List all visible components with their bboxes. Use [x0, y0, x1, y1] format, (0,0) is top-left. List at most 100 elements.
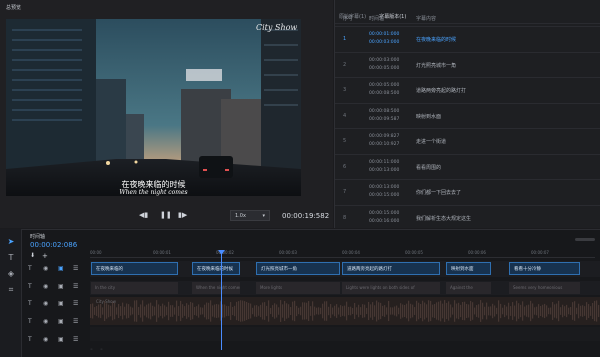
- ruler-tick-label: 00:00:01: [153, 250, 171, 255]
- track-control-row: T ◉ ▣ ☰: [28, 265, 84, 275]
- translation-clip[interactable]: In the city: [91, 282, 178, 294]
- scroll-right-icon[interactable]: ◦: [100, 347, 103, 353]
- ruler-tick-label: 00:00:03: [279, 250, 297, 255]
- subtitle-row-text: 看看周围的: [416, 164, 442, 171]
- ruler-tick-label: 00:00:07: [531, 250, 549, 255]
- text-track-icon[interactable]: T: [28, 300, 32, 307]
- lock-icon[interactable]: ▣: [58, 318, 64, 325]
- subtitle-row-start: 00:00:03:000: [369, 57, 400, 63]
- lock-icon[interactable]: ▣: [58, 265, 64, 272]
- crop-tool-icon[interactable]: ⌗: [6, 285, 16, 295]
- lock-icon[interactable]: ▣: [58, 283, 64, 290]
- list-icon[interactable]: ☰: [73, 318, 78, 325]
- subtitle-row[interactable]: 1 00:00:01:000 00:00:03:000 在夜晚来临的时候: [335, 26, 600, 52]
- text-track-icon[interactable]: T: [28, 336, 32, 343]
- video-frame[interactable]: City Show 在夜晚来临的时候 When the night comes: [6, 19, 301, 196]
- text-tool-icon[interactable]: T: [6, 253, 16, 263]
- subtitle-row-end: 00:00:05:000: [369, 65, 400, 71]
- subtitle-row[interactable]: 3 00:00:05:000 00:00:08:500 道路两旁亮起的路灯打: [335, 77, 600, 103]
- subtitle-clip[interactable]: 在夜晚来临的时候: [192, 262, 240, 275]
- text-track-icon[interactable]: T: [28, 265, 32, 272]
- subtitle-row-index: 6: [343, 163, 347, 170]
- subtitle-row-end: 00:00:16:000: [369, 218, 400, 224]
- select-tool-icon[interactable]: ➤: [6, 237, 16, 247]
- translation-clip[interactable]: Seems very homeonious: [509, 282, 580, 294]
- ruler-tick-label: 00:00:06: [468, 250, 486, 255]
- timeline-ruler[interactable]: 00:00 00:00:01 00:00:02 00:00:03 00:00:04 00:…: [90, 250, 595, 258]
- audio-waveform: [90, 300, 600, 322]
- subtitle-row-start: 00:00:05:000: [369, 83, 400, 88]
- subtitle-row-index: 3: [343, 87, 347, 93]
- column-content: 字幕内容: [416, 16, 437, 22]
- timeline-panel: 时间轴 00:00:02:086 ⬇ + 00:00 00:00:01 00:00:…: [0, 229, 600, 357]
- subtitle-row[interactable]: 2 00:00:03:000 00:00:05:000 灯光照亮城市一角: [335, 51, 600, 78]
- subtitle-row-start: 00:00:08:500: [369, 108, 400, 114]
- marker-icon[interactable]: ⬇: [30, 252, 35, 259]
- list-icon[interactable]: ☰: [73, 300, 78, 307]
- visibility-icon[interactable]: ◉: [43, 300, 48, 307]
- lock-icon[interactable]: ▣: [58, 300, 64, 307]
- subtitle-row-text: 道路两旁亮起的路灯打: [416, 88, 467, 94]
- subtitle-row-index: 8: [343, 214, 347, 221]
- subtitle-clip[interactable]: 道路两旁亮起的路灯打: [342, 262, 440, 275]
- subtitle-row-index: 1: [343, 36, 347, 42]
- subtitle-clip[interactable]: 映射到水面: [446, 262, 491, 275]
- subtitle-row[interactable]: 4 00:00:08:500 00:00:09:587 映射到水面: [335, 102, 600, 129]
- tool-sidebar: ➤ T ◈ ⌗: [0, 229, 22, 357]
- subtitle-row-text: 你们都一下回去去了: [416, 190, 462, 196]
- subtitle-clip[interactable]: 灯光照亮城市一角: [256, 262, 340, 275]
- eraser-tool-icon[interactable]: ◈: [6, 269, 16, 279]
- next-frame-icon[interactable]: ▮▶︎: [178, 211, 187, 219]
- prev-frame-icon[interactable]: ◀︎▮: [139, 211, 148, 219]
- subtitle-row-end: 00:00:13:000: [369, 167, 400, 173]
- scroll-left-icon[interactable]: ◦: [90, 347, 93, 353]
- list-icon[interactable]: ☰: [73, 265, 78, 272]
- subtitle-clip[interactable]: 在夜晚来临的: [91, 262, 178, 275]
- subtitle-row-end: 00:00:03:000: [369, 40, 400, 45]
- subtitle-row-start: 00:00:11:000: [369, 159, 400, 165]
- ruler-tick-label: 00:00: [90, 250, 102, 255]
- speed-select[interactable]: 1.0x ▾: [230, 210, 270, 221]
- subtitle-row[interactable]: 8 00:00:15:000 00:00:16:000 我们解析生态大规定这生: [335, 204, 600, 231]
- subtitle-list-header: 序号 时间轴 字幕内容: [335, 12, 600, 24]
- track-control-row: T ◉ ▣ ☰: [28, 318, 84, 328]
- subtitle-clip[interactable]: 看看十分冷静: [509, 262, 580, 275]
- preview-title: 总预览: [6, 5, 22, 11]
- list-icon[interactable]: ☰: [73, 336, 78, 343]
- subtitle-row[interactable]: 6 00:00:11:000 00:00:13:000 看看周围的: [335, 153, 600, 180]
- visibility-icon[interactable]: ◉: [43, 336, 48, 343]
- add-track-icon[interactable]: +: [42, 252, 48, 260]
- timeline-current-time: 00:00:02:086: [30, 241, 78, 249]
- translation-clip[interactable]: Lights were lights on both sides of: [342, 282, 440, 294]
- text-track-icon[interactable]: T: [28, 283, 32, 290]
- playhead[interactable]: [221, 250, 222, 350]
- subtitle-row-text: 映射到水面: [416, 113, 442, 120]
- subtitle-row[interactable]: 7 00:00:13:000 00:00:15:000 你们都一下回去去了: [335, 179, 600, 205]
- subtitle-row-end: 00:00:09:587: [369, 116, 400, 122]
- track-control-row: T ◉ ▣ ☰: [28, 336, 84, 346]
- translation-clip[interactable]: When the night comes: [192, 282, 240, 294]
- chevron-down-icon: ▾: [262, 213, 265, 219]
- subtitle-en: When the night comes: [119, 189, 188, 196]
- visibility-icon[interactable]: ◉: [43, 318, 48, 325]
- subtitle-row-text: 在夜晚来临的时候: [416, 37, 457, 43]
- subtitle-row-start: 00:00:15:000: [369, 210, 400, 216]
- subtitle-row-start: 00:00:01:000: [369, 32, 400, 37]
- subtitle-row-index: 2: [343, 61, 347, 68]
- timeline-title: 时间轴: [30, 234, 46, 240]
- translation-clip[interactable]: More lights: [256, 282, 340, 294]
- subtitle-list-panel: 原始字幕(1) 字幕版本(1) 序号 时间轴 字幕内容 1 00:00:01:00…: [334, 0, 600, 228]
- preview-panel: 总预览 City Show 在夜晚来临的时候 When the night co…: [0, 0, 333, 228]
- visibility-icon[interactable]: ◉: [43, 265, 48, 272]
- visibility-icon[interactable]: ◉: [43, 283, 48, 290]
- ruler-tick-label: 00:00:05: [405, 250, 423, 255]
- zoom-slider[interactable]: [575, 238, 595, 241]
- video-scene: [6, 19, 301, 196]
- preview-timecode: 00:00:19:582: [282, 212, 330, 220]
- lock-icon[interactable]: ▣: [58, 336, 64, 343]
- subtitle-row[interactable]: 5 00:00:09:827 00:00:10:927 走进一个街道: [335, 128, 600, 154]
- text-track-icon[interactable]: T: [28, 318, 32, 325]
- pause-icon[interactable]: ❚❚: [160, 211, 172, 219]
- translation-clip[interactable]: Against the: [446, 282, 491, 294]
- list-icon[interactable]: ☰: [73, 283, 78, 290]
